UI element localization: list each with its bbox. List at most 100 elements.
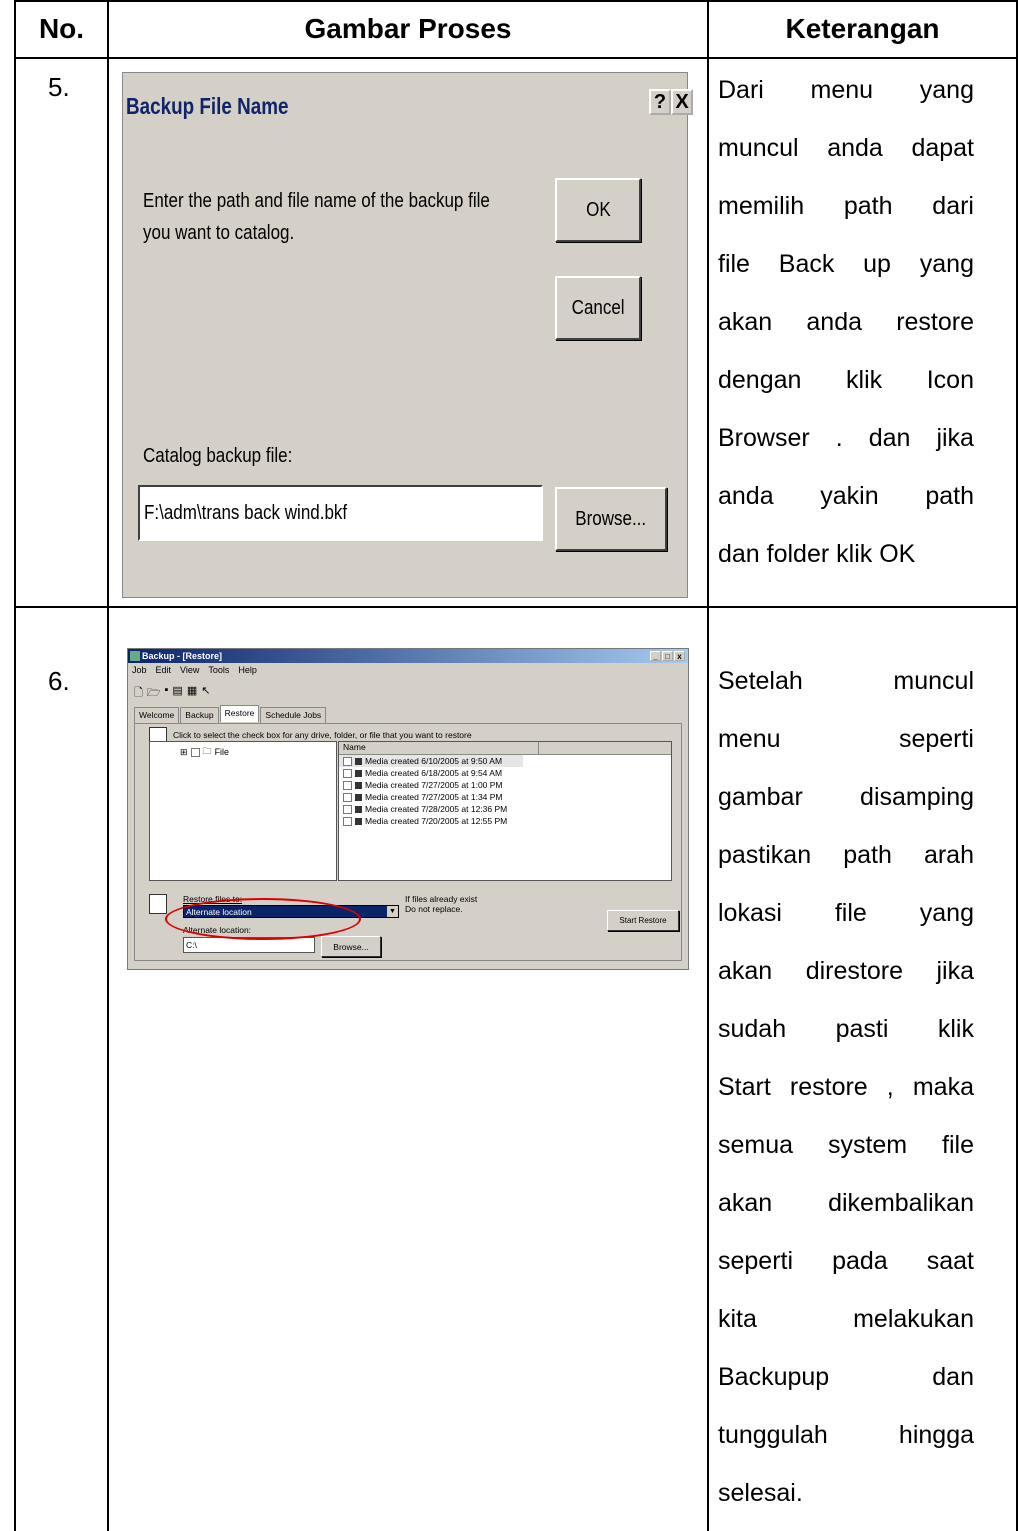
keterangan-word: Dari bbox=[718, 76, 764, 104]
list-column-header[interactable]: Name bbox=[339, 742, 671, 755]
keterangan-word: arah bbox=[923, 841, 974, 869]
restore-target-icon bbox=[149, 894, 167, 914]
keterangan-word: melakukan bbox=[853, 1305, 974, 1333]
file-folder-icon: 🗀 bbox=[202, 746, 212, 756]
keterangan-line: akan direstore jika bbox=[718, 942, 974, 1000]
keterangan-word: menu bbox=[718, 725, 781, 753]
keterangan-word: Icon bbox=[926, 366, 974, 394]
list-item[interactable]: Media created 6/10/2005 at 9:50 AM bbox=[339, 755, 523, 767]
menu-edit[interactable]: Edit bbox=[156, 665, 172, 675]
keterangan-word: dan bbox=[932, 1363, 974, 1391]
cancel-button[interactable]: Cancel bbox=[555, 276, 641, 340]
keterangan-word: muncul bbox=[718, 134, 799, 162]
keterangan-word: dan bbox=[868, 424, 911, 452]
tree-item-file[interactable]: ⊞ 🗀 File bbox=[150, 742, 336, 760]
report-icon[interactable]: ▤ bbox=[172, 684, 182, 703]
tab-schedule-jobs[interactable]: Schedule Jobs bbox=[260, 707, 327, 724]
minimize-button[interactable]: _ bbox=[650, 651, 661, 661]
keterangan-word: anda bbox=[718, 482, 774, 510]
keterangan-word: Back bbox=[778, 250, 835, 278]
keterangan-line: Backupup dan bbox=[718, 1348, 974, 1406]
keterangan-word: Backupup bbox=[718, 1363, 830, 1391]
help-button[interactable]: ? bbox=[649, 89, 671, 115]
catalog-label: Catalog backup file: bbox=[143, 445, 293, 467]
keterangan-line: semua system file bbox=[718, 1116, 974, 1174]
header-no: No. bbox=[38, 12, 85, 44]
list-item[interactable]: Media created 6/18/2005 at 9:54 AM bbox=[339, 767, 671, 779]
browse-location-button[interactable]: Browse... bbox=[321, 936, 381, 957]
list-item[interactable]: Media created 7/20/2005 at 12:55 PM bbox=[339, 815, 671, 827]
keterangan-line: selesai. bbox=[718, 1464, 974, 1522]
item-checkbox[interactable] bbox=[343, 780, 352, 790]
keterangan-word: . bbox=[835, 424, 843, 452]
list-item[interactable]: Media created 7/27/2005 at 1:00 PM bbox=[339, 779, 671, 791]
item-checkbox[interactable] bbox=[343, 816, 352, 826]
header-gambar-proses: Gambar Proses bbox=[304, 12, 512, 44]
close-window-button[interactable]: x bbox=[674, 651, 685, 661]
list-item-label: Media created 6/18/2005 at 9:54 AM bbox=[365, 768, 503, 778]
keterangan-word: akan bbox=[718, 957, 773, 985]
list-item[interactable]: Media created 7/27/2005 at 1:34 PM bbox=[339, 791, 671, 803]
menu-job[interactable]: Job bbox=[132, 665, 147, 675]
help-pointer-icon[interactable]: ↖ bbox=[201, 684, 210, 703]
dropdown-arrow-icon[interactable]: ▼ bbox=[387, 906, 398, 917]
tab-restore[interactable]: Restore bbox=[219, 705, 260, 722]
tree-checkbox[interactable] bbox=[190, 747, 200, 757]
tab-backup[interactable]: Backup bbox=[180, 707, 219, 724]
keterangan-word: Start bbox=[718, 1073, 771, 1101]
keterangan-line: akan dikembalikan bbox=[718, 1174, 974, 1232]
restore-tree[interactable]: ⊞ 🗀 File bbox=[149, 741, 337, 881]
keterangan-word: semua bbox=[718, 1131, 794, 1159]
keterangan-word: path bbox=[843, 192, 893, 220]
keterangan-line: sudah pasti klik bbox=[718, 1000, 974, 1058]
browse-button[interactable]: Browse... bbox=[555, 487, 667, 551]
list-item[interactable]: Media created 7/28/2005 at 12:36 PM bbox=[339, 803, 671, 815]
item-checkbox[interactable] bbox=[343, 768, 352, 778]
keterangan-word: anda bbox=[806, 308, 863, 336]
close-button[interactable]: X bbox=[671, 89, 693, 115]
ok-button[interactable]: OK bbox=[555, 178, 641, 242]
row-number-6: 6. bbox=[48, 666, 70, 696]
keterangan-line: gambar disamping bbox=[718, 768, 974, 826]
menu-view[interactable]: View bbox=[180, 665, 199, 675]
menu-help[interactable]: Help bbox=[238, 665, 257, 675]
item-checkbox[interactable] bbox=[343, 792, 352, 802]
keterangan-line: dan folder klik OK bbox=[718, 525, 974, 583]
keterangan-word: akan bbox=[718, 308, 773, 336]
item-checkbox[interactable] bbox=[343, 756, 352, 766]
backup-app-icon bbox=[130, 651, 140, 661]
keterangan-word: dengan bbox=[718, 366, 802, 394]
properties-icon[interactable]: ▦ bbox=[187, 684, 197, 703]
keterangan-line: Browser. dan jika bbox=[718, 409, 974, 467]
maximize-button[interactable]: □ bbox=[662, 651, 673, 661]
catalog-file-value: F:\adm\trans back wind.bkf bbox=[144, 501, 348, 524]
item-checkbox[interactable] bbox=[343, 804, 352, 814]
start-restore-button[interactable]: Start Restore bbox=[607, 910, 679, 931]
ok-button-label: OK bbox=[585, 198, 611, 221]
menu-tools[interactable]: Tools bbox=[208, 665, 229, 675]
menu-bar: Job Edit View Tools Help bbox=[132, 665, 257, 675]
keterangan-word: yang bbox=[919, 899, 974, 927]
save-icon[interactable]: ▪ bbox=[165, 684, 169, 703]
new-icon[interactable]: 🗋 bbox=[134, 684, 143, 703]
toolbar: 🗋 🗁 ▪ ▤ ▦ ↖ bbox=[134, 684, 210, 703]
window-title-bar: Backup - [Restore] _ □ x bbox=[128, 649, 688, 663]
keterangan-word: file bbox=[834, 899, 867, 927]
keterangan-word: path bbox=[925, 482, 974, 510]
keterangan-word: tunggulah bbox=[718, 1421, 828, 1449]
catalog-file-input[interactable]: F:\adm\trans back wind.bkf bbox=[138, 485, 543, 541]
expand-icon[interactable]: ⊞ bbox=[180, 747, 188, 758]
keterangan-word: dapat bbox=[911, 134, 974, 162]
column-name[interactable]: Name bbox=[339, 742, 539, 754]
table-border-left bbox=[14, 0, 16, 1531]
keterangan-word: klik bbox=[937, 1015, 974, 1043]
open-icon[interactable]: 🗁 bbox=[147, 684, 161, 703]
keterangan-word: system bbox=[827, 1131, 908, 1159]
header-keterangan: Keterangan bbox=[785, 12, 940, 44]
tree-item-label: File bbox=[214, 747, 230, 757]
keterangan-word: memilih bbox=[718, 192, 805, 220]
restore-instruction: Click to select the check box for any dr… bbox=[173, 730, 472, 740]
window-controls: _ □ x bbox=[650, 651, 685, 661]
keterangan-word: kita bbox=[718, 1305, 757, 1333]
tab-welcome[interactable]: Welcome bbox=[134, 707, 180, 724]
